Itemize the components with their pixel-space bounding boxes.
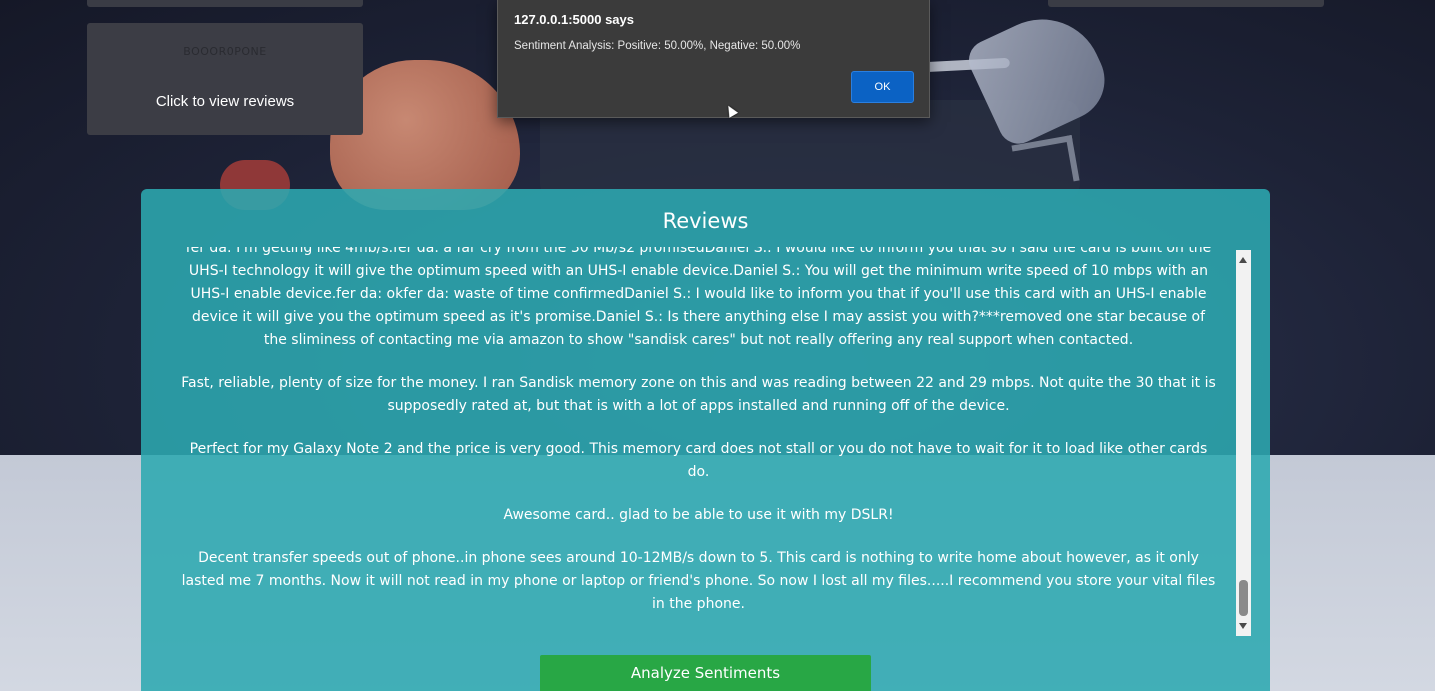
analyze-sentiments-button[interactable]: Analyze Sentiments [540, 655, 871, 691]
reviews-title: Reviews [662, 209, 749, 233]
reviews-content: fer da: I'm getting like 4mb/s.fer da: a… [181, 247, 1216, 635]
alert-ok-button[interactable]: OK [851, 71, 914, 103]
review-item: Perfect for my Galaxy Note 2 and the pri… [189, 441, 1208, 480]
product-card[interactable]: BOOOR0PONE Click to view reviews [87, 23, 363, 135]
reviews-scrollbar[interactable] [1236, 250, 1251, 636]
review-item: fer da: I'm getting like 4mb/s.fer da: a… [185, 247, 1212, 348]
product-card-stub-left [87, 0, 363, 7]
scroll-up-arrow-icon[interactable] [1239, 257, 1247, 263]
reviews-list[interactable]: fer da: I'm getting like 4mb/s.fer da: a… [181, 247, 1216, 635]
view-reviews-link[interactable]: Click to view reviews [87, 93, 363, 110]
review-item: Decent transfer speeds out of phone..in … [181, 550, 1216, 612]
scrollbar-thumb[interactable] [1239, 580, 1248, 616]
product-name: BOOOR0PONE [183, 45, 267, 58]
review-item: Fast, reliable, plenty of size for the m… [181, 375, 1216, 414]
reviews-panel: Reviews fer da: I'm getting like 4mb/s.f… [141, 189, 1270, 691]
scroll-down-arrow-icon[interactable] [1239, 623, 1247, 629]
alert-title: 127.0.0.1:5000 says [514, 12, 634, 27]
alert-message: Sentiment Analysis: Positive: 50.00%, Ne… [514, 40, 801, 52]
page: BOOOR0PONE Click to view reviews 127.0.0… [0, 0, 1435, 691]
alert-dialog: 127.0.0.1:5000 says Sentiment Analysis: … [497, 0, 930, 118]
product-card-stub-right [1048, 0, 1324, 7]
review-item: Awesome card.. glad to be able to use it… [503, 507, 894, 523]
